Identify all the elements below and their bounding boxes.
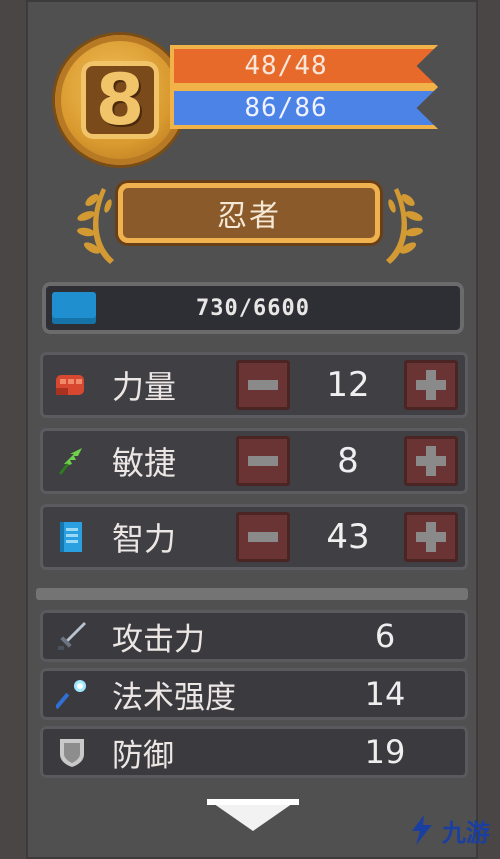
book-icon: [54, 522, 88, 552]
derived-row-defense: 防御 19: [40, 726, 468, 778]
derived-row-attack: 攻击力 6: [40, 610, 468, 662]
minus-icon: [248, 380, 278, 390]
staff-icon: [54, 678, 88, 710]
xp-text: 730/6600: [196, 295, 310, 321]
attribute-row-strength: 力量 12: [40, 352, 468, 418]
derived-label: 攻击力: [112, 621, 205, 658]
feather-icon: [54, 446, 88, 476]
derived-value: 19: [364, 733, 406, 771]
level-badge: 8: [55, 35, 185, 165]
fist-icon: [54, 370, 88, 400]
hp-ribbon: 48/48: [170, 45, 438, 87]
section-divider: [36, 588, 468, 600]
attribute-row-agility: 敏捷 8: [40, 428, 468, 494]
hp-value: 48/48: [244, 51, 328, 81]
attribute-value: 43: [326, 517, 370, 557]
attribute-label: 敏捷: [112, 444, 177, 482]
strength-decrease-button[interactable]: [236, 360, 290, 410]
shield-icon: [56, 736, 88, 768]
mp-ribbon: 86/86: [170, 87, 438, 129]
laurel-right-icon: [372, 178, 430, 270]
attribute-value: 12: [326, 365, 370, 405]
sword-icon: [56, 620, 88, 652]
intelligence-decrease-button[interactable]: [236, 512, 290, 562]
level-badge-inner: 8: [81, 61, 159, 139]
minus-icon: [248, 532, 278, 542]
mp-value: 86/86: [244, 93, 328, 123]
agility-decrease-button[interactable]: [236, 436, 290, 486]
derived-value: 6: [374, 617, 396, 655]
attribute-value: 8: [337, 441, 359, 481]
intelligence-increase-button[interactable]: [404, 512, 458, 562]
derived-label: 法术强度: [112, 679, 236, 716]
minus-icon: [248, 456, 278, 466]
xp-bar: 730/6600: [42, 282, 464, 334]
class-name: 忍者: [217, 199, 281, 234]
agility-increase-button[interactable]: [404, 436, 458, 486]
scroll-down-arrow-icon[interactable]: [203, 795, 303, 835]
derived-row-spell-power: 法术强度 14: [40, 668, 468, 720]
level-number: 8: [95, 59, 145, 141]
attribute-label: 智力: [112, 520, 177, 558]
strength-increase-button[interactable]: [404, 360, 458, 410]
class-plaque: 忍者: [118, 183, 380, 243]
watermark-text: 九游: [442, 818, 490, 847]
derived-value: 14: [364, 675, 406, 713]
attribute-label: 力量: [112, 368, 177, 406]
watermark: 九游: [404, 808, 494, 852]
watermark-logo-icon: [412, 815, 432, 845]
attribute-row-intelligence: 智力 43: [40, 504, 468, 570]
derived-label: 防御: [112, 737, 174, 774]
